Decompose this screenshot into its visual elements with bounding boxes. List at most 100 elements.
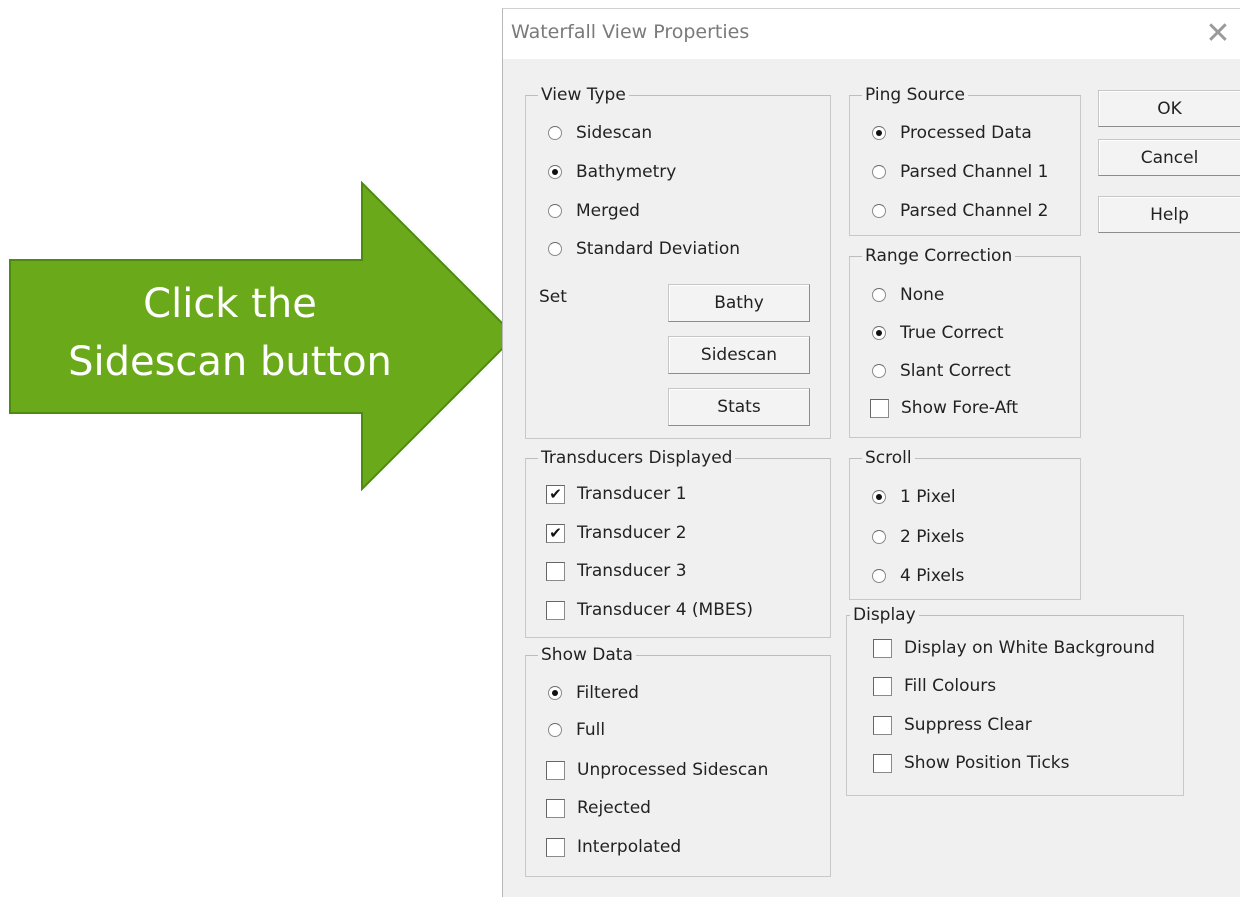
view-type-group: View Type Sidescan Bathymetry Merged Sta…: [525, 84, 831, 439]
ping-source-processed-data-label: Processed Data: [900, 123, 1032, 143]
transducer-2-label: Transducer 2: [577, 523, 687, 543]
radio-merged[interactable]: [548, 204, 562, 218]
show-position-ticks-item[interactable]: Show Position Ticks: [873, 753, 1070, 773]
set-bathy-button[interactable]: Bathy: [668, 284, 810, 322]
scroll-2-pixels-label: 2 Pixels: [900, 527, 965, 547]
rejected-label: Rejected: [577, 798, 651, 818]
scroll-4-pixels-label: 4 Pixels: [900, 566, 965, 586]
waterfall-view-properties-dialog: Waterfall View Properties ✕ View Type Si…: [502, 8, 1240, 897]
display-legend: Display: [850, 604, 919, 626]
transducers-displayed-group: Transducers Displayed ✔ Transducer 1 ✔ T…: [525, 447, 831, 638]
radio-true-correct[interactable]: [872, 326, 886, 340]
checkbox-transducer-3[interactable]: [546, 561, 565, 581]
range-correction-legend: Range Correction: [862, 245, 1016, 267]
view-type-sidescan-label: Sidescan: [576, 123, 653, 143]
show-data-full[interactable]: Full: [548, 720, 605, 740]
ping-source-group: Ping Source Processed Data Parsed Channe…: [849, 84, 1081, 236]
checkbox-unprocessed-sidescan[interactable]: [546, 760, 565, 780]
scroll-2-pixels[interactable]: 2 Pixels: [872, 527, 964, 547]
suppress-clear-label: Suppress Clear: [904, 715, 1032, 735]
checkbox-transducer-4[interactable]: [546, 600, 565, 620]
rejected-item[interactable]: Rejected: [546, 798, 651, 818]
help-button[interactable]: Help: [1098, 196, 1240, 233]
radio-2-pixels[interactable]: [872, 530, 886, 544]
ping-source-legend: Ping Source: [862, 84, 968, 106]
callout-line-2: Sidescan button: [68, 339, 392, 385]
show-fore-aft-checkbox[interactable]: Show Fore-Aft: [870, 398, 1018, 418]
set-sidescan-button[interactable]: Sidescan: [668, 336, 810, 374]
show-data-full-label: Full: [576, 720, 606, 740]
ping-source-parsed-channel-1-label: Parsed Channel 1: [900, 162, 1049, 182]
scroll-4-pixels[interactable]: 4 Pixels: [872, 566, 964, 586]
ping-source-processed-data[interactable]: Processed Data: [872, 123, 1032, 143]
dialog-title: Waterfall View Properties: [511, 21, 750, 43]
radio-processed-data[interactable]: [872, 126, 886, 140]
interpolated-label: Interpolated: [577, 837, 682, 857]
ok-button[interactable]: OK: [1098, 90, 1240, 127]
show-data-group: Show Data Filtered Full Unprocessed Side…: [525, 644, 831, 877]
set-stats-button[interactable]: Stats: [668, 388, 810, 426]
interpolated-item[interactable]: Interpolated: [546, 837, 681, 857]
range-correction-none-label: None: [900, 285, 945, 305]
ping-source-parsed-channel-2[interactable]: Parsed Channel 2: [872, 201, 1048, 221]
scroll-legend: Scroll: [862, 447, 915, 469]
range-correction-true-correct-label: True Correct: [900, 323, 1004, 343]
radio-parsed-channel-1[interactable]: [872, 165, 886, 179]
checkbox-suppress-clear[interactable]: [873, 715, 892, 735]
checkbox-rejected[interactable]: [546, 798, 565, 818]
checkbox-display-white-background[interactable]: [873, 638, 892, 658]
fill-colours-item[interactable]: Fill Colours: [873, 676, 996, 696]
range-correction-slant-correct[interactable]: Slant Correct: [872, 361, 1011, 381]
radio-slant-correct[interactable]: [872, 364, 886, 378]
view-type-merged-label: Merged: [576, 201, 640, 221]
transducer-2-item[interactable]: ✔ Transducer 2: [546, 523, 687, 543]
checkbox-transducer-2[interactable]: ✔: [546, 523, 565, 543]
radio-standard-deviation[interactable]: [548, 242, 562, 256]
fill-colours-label: Fill Colours: [904, 676, 997, 696]
radio-bathymetry[interactable]: [548, 165, 562, 179]
radio-filtered[interactable]: [548, 686, 562, 700]
transducer-3-label: Transducer 3: [577, 561, 687, 581]
transducer-4-item[interactable]: Transducer 4 (MBES): [546, 600, 753, 620]
transducer-3-item[interactable]: Transducer 3: [546, 561, 687, 581]
checkbox-transducer-1[interactable]: ✔: [546, 484, 565, 504]
suppress-clear-item[interactable]: Suppress Clear: [873, 715, 1032, 735]
display-white-background-item[interactable]: Display on White Background: [873, 638, 1155, 658]
ping-source-parsed-channel-1[interactable]: Parsed Channel 1: [872, 162, 1048, 182]
title-bar: Waterfall View Properties ✕: [503, 9, 1240, 59]
view-type-merged[interactable]: Merged: [548, 201, 640, 221]
ping-source-parsed-channel-2-label: Parsed Channel 2: [900, 201, 1049, 221]
cancel-button[interactable]: Cancel: [1098, 139, 1240, 176]
view-type-standard-deviation-label: Standard Deviation: [576, 239, 741, 259]
range-correction-none[interactable]: None: [872, 285, 944, 305]
range-correction-group: Range Correction None True Correct Slant…: [849, 245, 1081, 438]
show-data-filtered[interactable]: Filtered: [548, 683, 639, 703]
radio-sidescan[interactable]: [548, 126, 562, 140]
radio-4-pixels[interactable]: [872, 569, 886, 583]
view-type-standard-deviation[interactable]: Standard Deviation: [548, 239, 740, 259]
scroll-1-pixel[interactable]: 1 Pixel: [872, 487, 956, 507]
view-type-legend: View Type: [538, 84, 629, 106]
checkbox-interpolated[interactable]: [546, 837, 565, 857]
radio-1-pixel[interactable]: [872, 490, 886, 504]
transducers-displayed-legend: Transducers Displayed: [538, 447, 736, 469]
checkbox-fill-colours[interactable]: [873, 676, 892, 696]
unprocessed-sidescan-label: Unprocessed Sidescan: [577, 760, 769, 780]
show-position-ticks-label: Show Position Ticks: [904, 753, 1070, 773]
callout-line-1: Click the: [143, 281, 317, 327]
show-fore-aft-label: Show Fore-Aft: [901, 398, 1019, 418]
range-correction-true-correct[interactable]: True Correct: [872, 323, 1004, 343]
checkbox-show-position-ticks[interactable]: [873, 753, 892, 773]
unprocessed-sidescan-item[interactable]: Unprocessed Sidescan: [546, 760, 768, 780]
transducer-1-label: Transducer 1: [577, 484, 687, 504]
transducer-4-label: Transducer 4 (MBES): [577, 600, 754, 620]
radio-parsed-channel-2[interactable]: [872, 204, 886, 218]
close-icon[interactable]: ✕: [1196, 15, 1240, 53]
radio-none[interactable]: [872, 288, 886, 302]
view-type-sidescan[interactable]: Sidescan: [548, 123, 652, 143]
scroll-group: Scroll 1 Pixel 2 Pixels 4 Pixels: [849, 447, 1081, 600]
view-type-bathymetry[interactable]: Bathymetry: [548, 162, 676, 182]
checkbox-show-fore-aft[interactable]: [870, 398, 889, 418]
radio-full[interactable]: [548, 723, 562, 737]
transducer-1-item[interactable]: ✔ Transducer 1: [546, 484, 687, 504]
